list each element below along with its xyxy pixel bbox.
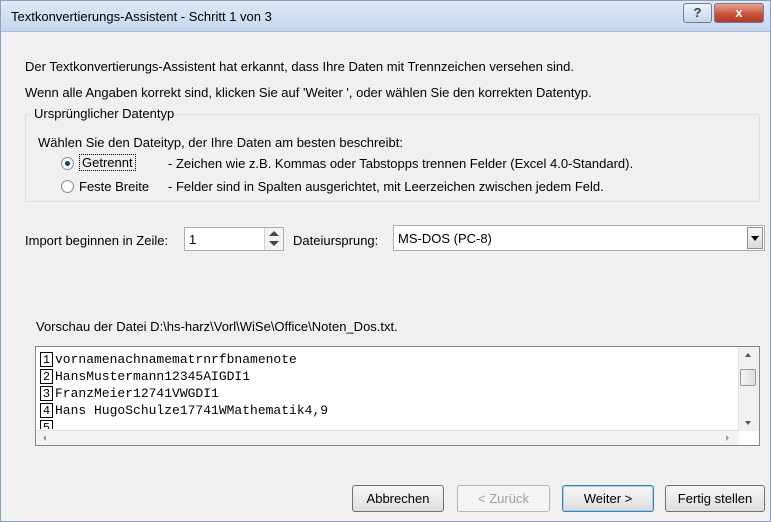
preview-row: 2 HansMustermann12345AIGDI1 — [40, 368, 720, 385]
close-button[interactable]: x — [714, 3, 764, 23]
file-origin-value[interactable]: MS-DOS (PC-8) — [398, 231, 492, 246]
spin-down-icon[interactable] — [269, 241, 279, 246]
vertical-scrollbar[interactable] — [738, 347, 759, 431]
spin-up-icon[interactable] — [269, 231, 279, 236]
scroll-left-icon[interactable] — [43, 435, 46, 441]
row-text: FranzMeier12741VWGDI1 — [55, 386, 219, 401]
row-number: 2 — [40, 369, 53, 384]
radio-getrennt-description: - Zeichen wie z.B. Kommas oder Tabstopps… — [168, 156, 634, 171]
intro-line-1: Der Textkonvertierungs-Assistent hat erk… — [25, 59, 574, 74]
row-text: HansMustermann12345AIGDI1 — [55, 369, 251, 384]
scroll-right-icon[interactable] — [726, 435, 729, 441]
preview-row: 5 — [40, 419, 720, 429]
preview-row: 4 Hans HugoSchulze17741WMathematik4,9 — [40, 402, 720, 419]
preview-row: 3 FranzMeier12741VWGDI1 — [40, 385, 720, 402]
scroll-down-icon[interactable] — [745, 421, 751, 425]
row-number: 1 — [40, 352, 53, 367]
datatype-prompt: Wählen Sie den Dateityp, der Ihre Daten … — [38, 135, 403, 150]
file-origin-dropdown[interactable]: MS-DOS (PC-8) — [393, 225, 765, 251]
radio-getrennt[interactable] — [61, 157, 74, 170]
spinner-buttons[interactable] — [264, 228, 283, 250]
window-title: Textkonvertierungs-Assistent - Schritt 1… — [11, 9, 272, 24]
row-text: Hans HugoSchulze17741WMathematik4,9 — [55, 403, 329, 418]
row-number: 4 — [40, 403, 53, 418]
chevron-down-icon — [751, 236, 759, 241]
dropdown-button[interactable] — [747, 227, 763, 249]
help-button[interactable]: ? — [683, 3, 712, 23]
radio-feste-breite-description: - Felder sind in Spalten ausgerichtet, m… — [168, 179, 604, 194]
preview-rows: 1 vornamenachnamematrnrfbnamenote 2 HansMu… — [40, 351, 720, 429]
next-button[interactable]: Weiter > — [562, 485, 654, 512]
intro-line-2: Wenn alle Angaben korrekt sind, klicken … — [25, 85, 592, 100]
row-text: vornamenachnamematrnrfbnamenote — [55, 352, 297, 367]
cancel-button[interactable]: Abbrechen — [352, 485, 444, 512]
radio-selected-dot — [65, 161, 70, 166]
horizontal-scrollbar[interactable] — [36, 430, 739, 445]
row-number: 3 — [40, 386, 53, 401]
import-row-value[interactable]: 1 — [189, 232, 196, 247]
back-button[interactable]: < Zurück — [457, 485, 550, 512]
scroll-up-icon[interactable] — [745, 353, 751, 357]
preview-label: Vorschau der Datei D:\hs-harz\Vorl\WiSe\… — [36, 319, 398, 334]
radio-getrennt-label-wrap[interactable]: Getrennt — [79, 154, 136, 171]
radio-feste-breite[interactable] — [61, 180, 74, 193]
radio-feste-breite-label[interactable]: Feste Breite — [79, 179, 149, 194]
finish-button[interactable]: Fertig stellen — [665, 485, 765, 512]
dialog-window: Textkonvertierungs-Assistent - Schritt 1… — [0, 0, 771, 522]
preview-row: 1 vornamenachnamematrnrfbnamenote — [40, 351, 720, 368]
file-preview[interactable]: 1 vornamenachnamematrnrfbnamenote 2 HansMu… — [35, 346, 760, 446]
row-text — [53, 420, 55, 429]
file-origin-label: Dateiursprung: — [293, 233, 379, 248]
row-number: 5 — [40, 420, 53, 429]
radio-getrennt-label[interactable]: Getrennt — [79, 154, 136, 171]
datatype-group-title: Ursprünglicher Datentyp — [31, 106, 178, 121]
title-bar: Textkonvertierungs-Assistent - Schritt 1… — [1, 1, 770, 32]
import-row-spinner[interactable]: 1 — [184, 227, 284, 251]
scroll-thumb[interactable] — [740, 369, 756, 386]
import-row-label: Import beginnen in Zeile: — [25, 233, 169, 248]
